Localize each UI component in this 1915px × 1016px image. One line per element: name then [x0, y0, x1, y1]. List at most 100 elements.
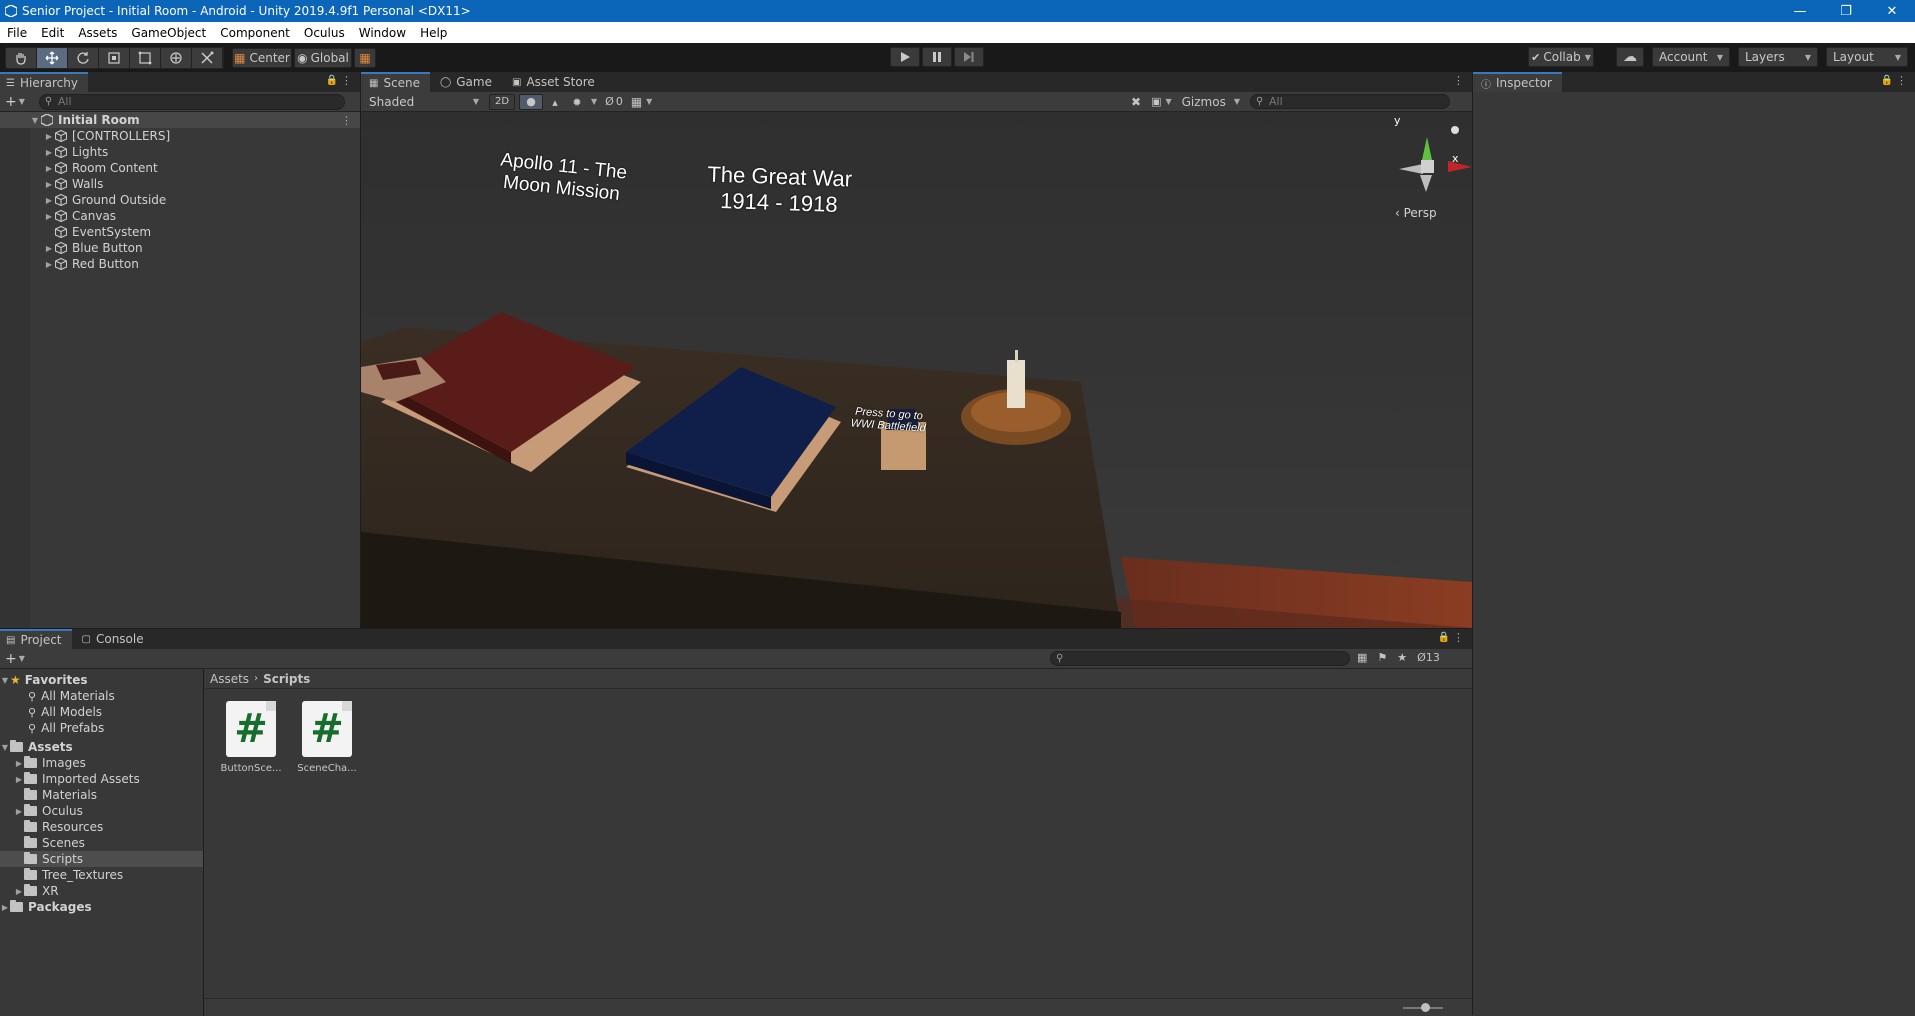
collab-button[interactable]: ✔ Collab ▼ [1528, 47, 1594, 67]
grid-snap-button[interactable]: ▦ [354, 47, 376, 68]
project-search-input[interactable]: ⚲ [1050, 651, 1350, 666]
assets-row[interactable]: ▼ Assets [0, 739, 203, 755]
pause-button[interactable] [922, 47, 952, 67]
zoom-slider[interactable] [1403, 1003, 1443, 1012]
kebab-menu-icon[interactable]: ⋮ [341, 114, 352, 127]
expand-arrow-icon[interactable]: ▶ [44, 244, 54, 253]
scene-viewport[interactable]: Apollo 11 - The Moon Mission The Great W… [361, 112, 1472, 628]
expand-arrow-icon[interactable]: ▶ [14, 887, 24, 896]
hierarchy-item[interactable]: ▶ Blue Button [0, 240, 360, 256]
favorite-item[interactable]: ⚲ All Materials [0, 688, 203, 704]
lock-icon[interactable]: 🔒 [1881, 75, 1893, 86]
tab-asset-store[interactable]: ▣ Asset Store [502, 72, 605, 92]
transform-tool-icon[interactable] [161, 47, 192, 68]
hierarchy-item[interactable]: ▶ Lights [0, 144, 360, 160]
menu-edit[interactable]: Edit [34, 26, 71, 40]
menu-oculus[interactable]: Oculus [297, 26, 352, 40]
layers-dropdown[interactable]: Layers ▼ [1738, 47, 1818, 67]
hidden-packages-toggle[interactable]: Ø13 [1417, 651, 1440, 664]
expand-arrow-icon[interactable]: ▶ [44, 148, 54, 157]
menu-window[interactable]: Window [352, 26, 413, 40]
expand-arrow-icon[interactable]: ▶ [44, 196, 54, 205]
expand-arrow-icon[interactable]: ▶ [14, 775, 24, 784]
expand-arrow-icon[interactable]: ▶ [0, 903, 10, 912]
scale-tool-icon[interactable] [99, 47, 130, 68]
expand-arrow-icon[interactable]: ▼ [0, 743, 10, 752]
menu-assets[interactable]: Assets [71, 26, 124, 40]
scene-root-row[interactable]: ▼ Initial Room ⋮ [0, 112, 360, 128]
hand-tool-icon[interactable] [6, 47, 37, 68]
hierarchy-search-input[interactable]: ⚲ All [38, 93, 345, 110]
maximize-button[interactable]: ❐ [1823, 0, 1869, 22]
hierarchy-item[interactable]: ▶ Walls [0, 176, 360, 192]
move-tool-icon[interactable] [37, 47, 68, 68]
tab-game[interactable]: ◯ Game [430, 72, 502, 92]
hierarchy-item[interactable]: ▶ Canvas [0, 208, 360, 224]
menu-gameobject[interactable]: GameObject [124, 26, 213, 40]
breadcrumb-assets[interactable]: Assets [210, 672, 249, 686]
effects-toggle[interactable]: ✹ [567, 95, 587, 109]
kebab-menu-icon[interactable]: ⋮ [341, 74, 352, 87]
play-button[interactable] [890, 47, 920, 67]
asset-folder-item[interactable]: Resources [0, 819, 203, 835]
expand-arrow-icon[interactable]: ▼ [0, 676, 10, 685]
hierarchy-item[interactable]: ▶ Ground Outside [0, 192, 360, 208]
gizmos-dropdown[interactable]: Gizmos ▼ [1182, 95, 1240, 109]
asset-folder-item[interactable]: Tree_Textures [0, 867, 203, 883]
chevron-down-icon[interactable]: ▼ [591, 97, 597, 106]
asset-folder-item[interactable]: Materials [0, 787, 203, 803]
create-plus-button[interactable]: + [5, 94, 17, 110]
asset-folder-item[interactable]: ▶ Images [0, 755, 203, 771]
hidden-objects-toggle[interactable]: Ø 0 [605, 95, 623, 108]
tab-inspector[interactable]: ⓘ Inspector [1473, 72, 1562, 92]
layout-dropdown[interactable]: Layout ▼ [1826, 47, 1908, 67]
rotate-tool-icon[interactable] [68, 47, 99, 68]
tab-console[interactable]: ▢ Console [72, 629, 154, 649]
favorite-item[interactable]: ⚲ All Models [0, 704, 203, 720]
lock-icon[interactable]: 🔒 [326, 75, 338, 86]
tab-hierarchy[interactable]: ☰ Hierarchy [0, 72, 88, 92]
favorite-star-icon[interactable]: ★ [1397, 651, 1407, 664]
expand-arrow-icon[interactable]: ▶ [44, 260, 54, 269]
tools-icon[interactable]: ✖ [1131, 95, 1141, 109]
favorite-item[interactable]: ⚲ All Prefabs [0, 720, 203, 736]
audio-toggle[interactable]: ▴ [543, 95, 567, 109]
chevron-down-icon[interactable]: ▼ [19, 97, 25, 106]
close-button[interactable]: ✕ [1869, 0, 1915, 22]
expand-arrow-icon[interactable]: ▶ [44, 132, 54, 141]
filter-by-label-icon[interactable]: ⚑ [1377, 651, 1387, 664]
asset-folder-item[interactable]: ▶ Imported Assets [0, 771, 203, 787]
hierarchy-item[interactable]: ▶ [CONTROLLERS] [0, 128, 360, 144]
step-button[interactable] [954, 47, 984, 67]
kebab-menu-icon[interactable]: ⋮ [1453, 74, 1464, 87]
toggle-2d-button[interactable]: 2D [489, 93, 515, 110]
global-space-button[interactable]: ◉ Global [294, 47, 352, 68]
hierarchy-item[interactable]: ▶ Red Button [0, 256, 360, 272]
script-file[interactable]: # ButtonSce... [219, 701, 283, 774]
persp-toggle[interactable]: ‹ Persp [1395, 206, 1437, 220]
grid-toggle[interactable]: ▦ ▼ [631, 95, 653, 109]
minimize-button[interactable]: — [1777, 0, 1823, 22]
kebab-menu-icon[interactable]: ⋮ [1896, 74, 1907, 87]
expand-arrow-icon[interactable]: ▶ [14, 759, 24, 768]
favorites-row[interactable]: ▼ ★ Favorites [0, 672, 203, 688]
create-plus-button[interactable]: + [5, 651, 17, 667]
zoom-slider-knob[interactable] [1420, 1003, 1430, 1012]
breadcrumb-scripts[interactable]: Scripts [263, 672, 310, 686]
shading-mode-dropdown[interactable]: Shaded ▼ [365, 94, 483, 110]
chevron-down-icon[interactable]: ▼ [19, 654, 25, 663]
kebab-menu-icon[interactable]: ⋮ [1453, 631, 1464, 644]
packages-row[interactable]: ▶ Packages [0, 899, 203, 915]
expand-arrow-icon[interactable]: ▶ [44, 212, 54, 221]
asset-folder-item[interactable]: Scripts [0, 851, 203, 867]
asset-folder-item[interactable]: ▶ Oculus [0, 803, 203, 819]
lock-icon[interactable]: 🔒 [1438, 632, 1450, 643]
hierarchy-item[interactable]: ▶ Room Content [0, 160, 360, 176]
tab-project[interactable]: ▤ Project [0, 629, 72, 649]
menu-help[interactable]: Help [413, 26, 454, 40]
asset-folder-item[interactable]: Scenes [0, 835, 203, 851]
expand-arrow-icon[interactable]: ▶ [44, 164, 54, 173]
expand-arrow-icon[interactable]: ▶ [14, 807, 24, 816]
custom-tool-icon[interactable] [192, 47, 223, 68]
menu-file[interactable]: File [0, 26, 34, 40]
